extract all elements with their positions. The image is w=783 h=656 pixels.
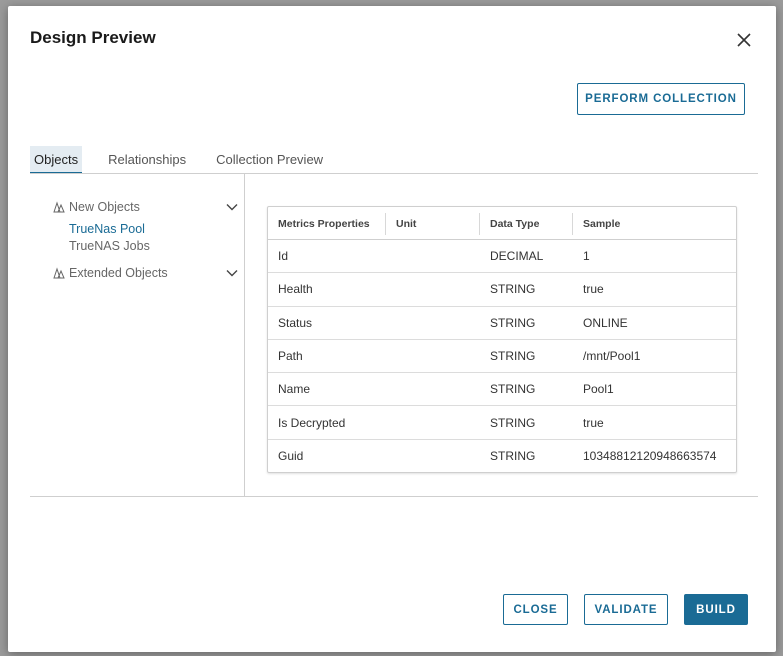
cell-data-type: STRING — [490, 415, 536, 430]
table-row[interactable]: Name STRING Pool1 — [268, 373, 736, 407]
cell-property: Guid — [278, 449, 304, 464]
table-row[interactable]: Id DECIMAL 1 — [268, 240, 736, 274]
cell-data-type: STRING — [490, 315, 536, 330]
cell-property: Status — [278, 315, 313, 330]
column-header-data-type[interactable]: Data Type — [480, 213, 573, 235]
table-row[interactable]: Is Decrypted STRING true — [268, 406, 736, 440]
dialog-title: Design Preview — [30, 28, 156, 47]
cell-sample: true — [583, 415, 604, 430]
tree-group-label: Extended Objects — [69, 266, 168, 280]
table-header: Metrics Properties Unit Data Type Sample — [268, 207, 736, 240]
column-header-metrics-properties[interactable]: Metrics Properties — [268, 213, 386, 235]
tree-item-truenas-pool[interactable]: TrueNas Pool — [69, 222, 145, 236]
cell-sample: 10348812120948663574 — [583, 449, 717, 464]
table-row[interactable]: Health STRING true — [268, 273, 736, 307]
table-row[interactable]: Status STRING ONLINE — [268, 307, 736, 340]
content-divider — [30, 496, 758, 497]
cell-sample: true — [583, 282, 604, 297]
column-header-unit[interactable]: Unit — [386, 213, 480, 235]
table-row[interactable]: Guid STRING 10348812120948663574 — [268, 440, 736, 473]
cell-property: Health — [278, 282, 313, 297]
close-icon[interactable] — [736, 32, 752, 48]
cell-data-type: STRING — [490, 382, 536, 397]
tab-objects[interactable]: Objects — [30, 146, 83, 174]
table-row[interactable]: Path STRING /mnt/Pool1 — [268, 340, 736, 374]
cell-sample: ONLINE — [583, 315, 628, 330]
panel-divider — [244, 174, 245, 496]
cell-data-type: STRING — [490, 449, 536, 464]
cell-property: Name — [278, 382, 311, 397]
chevron-down-icon[interactable] — [226, 201, 238, 213]
tree-group-new-objects[interactable]: New Objects — [52, 198, 238, 216]
tree-item-truenas-jobs[interactable]: TrueNAS Jobs — [69, 239, 150, 253]
close-button[interactable]: CLOSE — [503, 594, 568, 625]
cell-property: Path — [278, 349, 303, 364]
cell-sample: 1 — [583, 249, 590, 264]
build-button[interactable]: BUILD — [684, 594, 748, 625]
objects-icon — [52, 266, 66, 280]
cell-data-type: DECIMAL — [490, 249, 544, 264]
tab-divider — [30, 173, 758, 174]
perform-collection-button[interactable]: PERFORM COLLECTION — [577, 83, 745, 115]
design-preview-dialog: Design Preview PERFORM COLLECTION Object… — [8, 6, 776, 652]
tab-collection-preview[interactable]: Collection Preview — [212, 146, 327, 174]
cell-property: Id — [278, 249, 289, 264]
cell-property: Is Decrypted — [278, 415, 346, 430]
cell-data-type: STRING — [490, 282, 536, 297]
cell-sample: /mnt/Pool1 — [583, 349, 641, 364]
cell-data-type: STRING — [490, 349, 536, 364]
validate-button[interactable]: VALIDATE — [584, 594, 668, 625]
tab-relationships[interactable]: Relationships — [104, 146, 190, 174]
tree-group-label: New Objects — [69, 200, 140, 214]
tree-group-extended-objects[interactable]: Extended Objects — [52, 264, 238, 282]
cell-sample: Pool1 — [583, 382, 614, 397]
tab-bar: Objects Relationships Collection Preview — [30, 146, 349, 174]
column-header-sample[interactable]: Sample — [573, 213, 736, 235]
metrics-table: Metrics Properties Unit Data Type Sample… — [267, 206, 737, 473]
objects-icon — [52, 200, 66, 214]
chevron-down-icon[interactable] — [226, 267, 238, 279]
